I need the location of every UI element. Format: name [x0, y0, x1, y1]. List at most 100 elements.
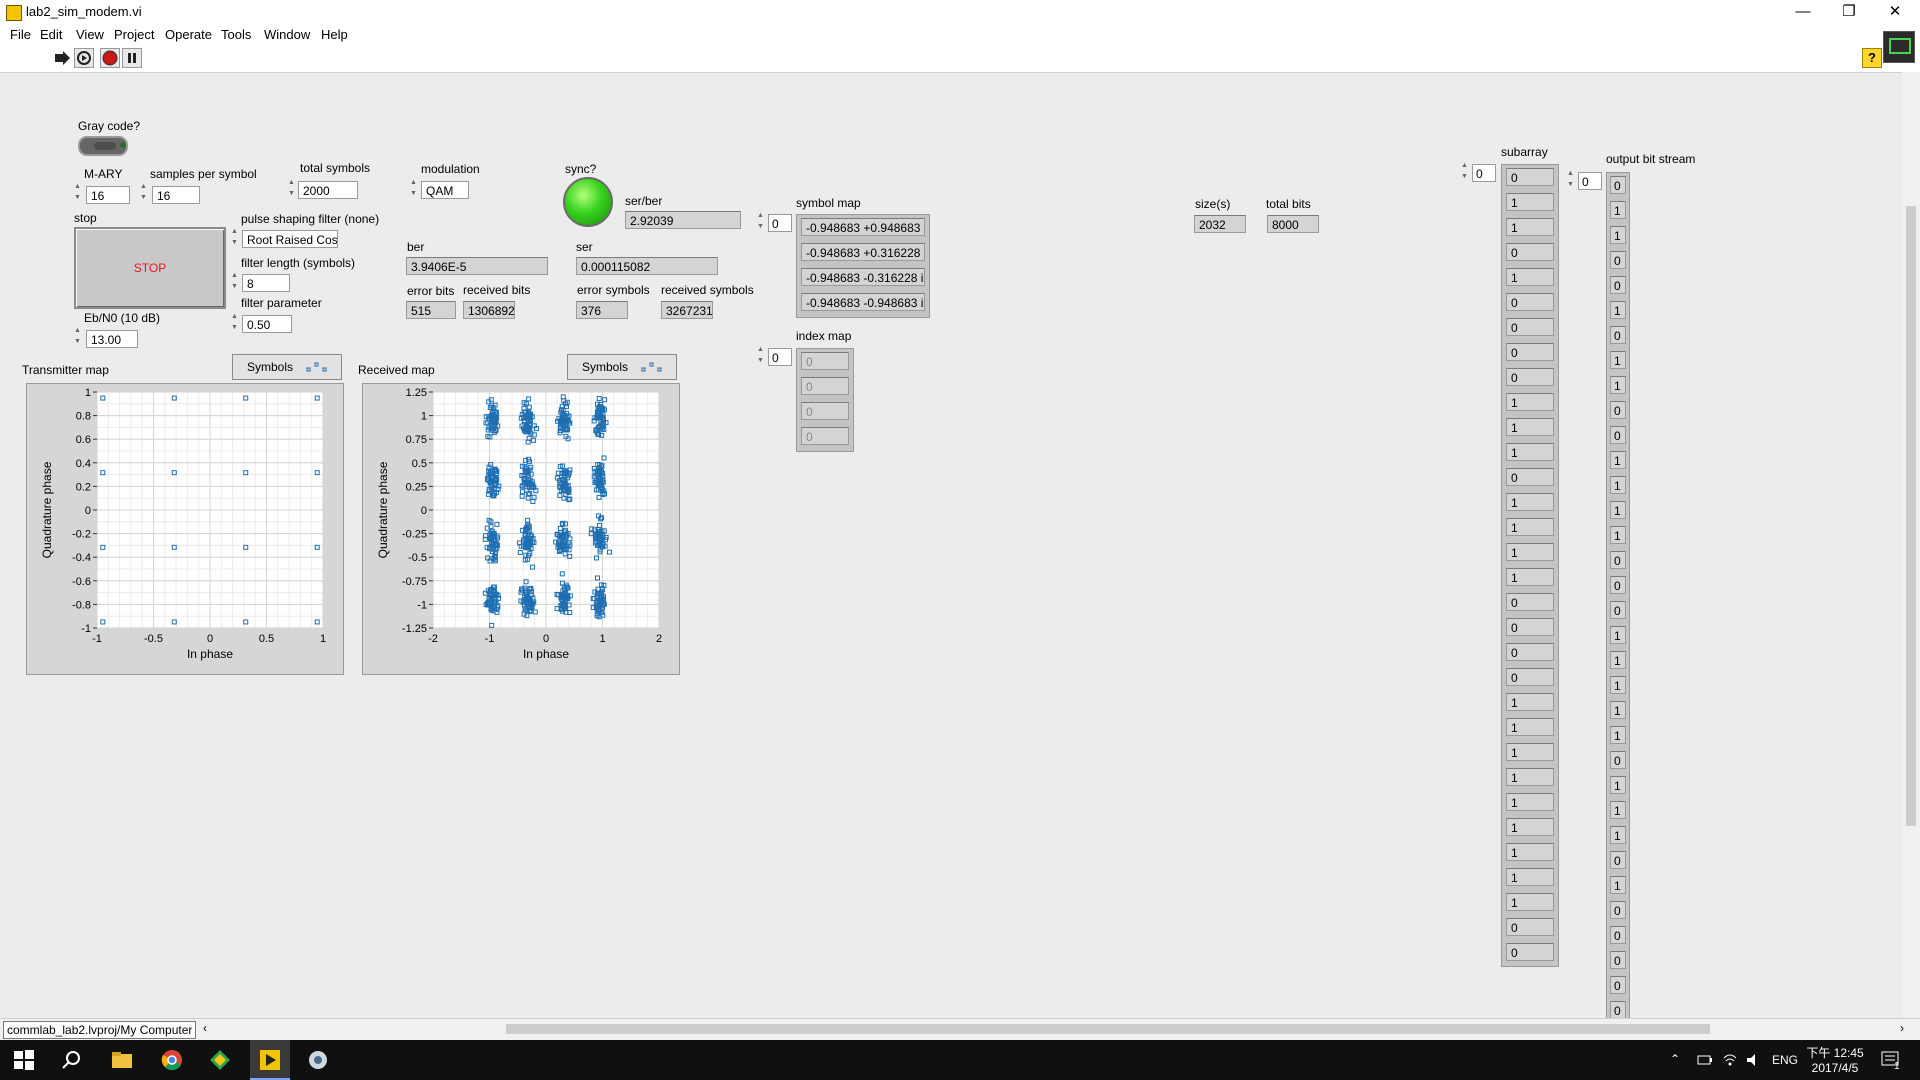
received-map-plot: -2 -1 0 1 2 1.25 1 0.75 0.5 0.25 0 -0.25 -0.5 -0.75 -1… — [376, 387, 662, 661]
output-bit-element: 1 — [1610, 526, 1626, 544]
output-bit-element: 1 — [1610, 676, 1626, 694]
samples-per-symbol-spinner[interactable] — [140, 183, 150, 205]
output-bit-stream-label: output bit stream — [1606, 152, 1696, 166]
menu-project[interactable]: Project — [114, 27, 154, 42]
menu-help[interactable]: Help — [321, 27, 348, 42]
output-bit-element: 1 — [1610, 801, 1626, 819]
tray-chevron-icon[interactable]: ⌃ — [1670, 1052, 1680, 1066]
symbol-map-index[interactable]: 0 — [768, 214, 792, 232]
mary-input[interactable]: 16 — [86, 186, 130, 204]
search-icon[interactable] — [60, 1048, 84, 1072]
y-tick-label: -0.8 — [72, 599, 91, 611]
run-continuously-icon[interactable] — [74, 48, 94, 68]
windows-start-icon[interactable] — [12, 1048, 36, 1072]
sync-label: sync? — [565, 162, 597, 176]
menu-view[interactable]: View — [76, 27, 104, 42]
filter-parameter-input[interactable]: 0.50 — [242, 315, 292, 333]
wifi-icon[interactable] — [1722, 1052, 1738, 1068]
pulse-filter-select[interactable]: Root Raised Cos — [242, 230, 338, 248]
index-map-index[interactable]: 0 — [768, 348, 792, 366]
abort-icon[interactable] — [100, 48, 120, 68]
received-plot-legend-button[interactable]: Symbols — [567, 354, 677, 380]
menu-window[interactable]: Window — [264, 27, 310, 42]
symbol-map-index-spinner[interactable] — [757, 212, 767, 234]
index-map-index-spinner[interactable] — [757, 346, 767, 368]
filter-length-input[interactable]: 8 — [242, 274, 290, 292]
ebn0-spinner[interactable] — [74, 327, 84, 349]
total-symbols-spinner[interactable] — [288, 179, 298, 201]
battery-icon[interactable] — [1697, 1053, 1713, 1067]
chrome-icon[interactable] — [160, 1048, 184, 1072]
close-button[interactable]: ✕ — [1872, 0, 1918, 24]
error-bits-label: error bits — [407, 284, 455, 298]
stop-button[interactable]: STOP — [74, 227, 226, 309]
vertical-scrollbar-thumb[interactable] — [1906, 206, 1916, 826]
modulation-select[interactable]: QAM — [421, 181, 469, 199]
subarray-index-spinner[interactable] — [1461, 162, 1471, 184]
ebn0-input[interactable]: 13.00 — [86, 330, 138, 348]
labview-taskbar-button[interactable] — [250, 1040, 290, 1080]
run-arrow-icon[interactable] — [52, 48, 72, 68]
menu-tools[interactable]: Tools — [221, 27, 251, 42]
output-bit-element: 1 — [1610, 201, 1626, 219]
menu-operate[interactable]: Operate — [165, 27, 212, 42]
subarray-element: 1 — [1506, 893, 1554, 911]
subarray-label: subarray — [1501, 145, 1548, 159]
sync-led — [563, 177, 613, 227]
pulse-filter-label: pulse shaping filter (none) — [241, 212, 380, 226]
file-explorer-icon[interactable] — [110, 1048, 134, 1072]
output-bit-element: 0 — [1610, 976, 1626, 994]
labview-project-icon[interactable] — [306, 1048, 330, 1072]
mary-spinner[interactable] — [74, 183, 84, 205]
output-bit-stream-index-spinner[interactable] — [1567, 170, 1577, 192]
diamond-app-icon[interactable] — [208, 1048, 232, 1072]
minimize-button[interactable]: — — [1780, 0, 1826, 24]
transmitter-plot-legend-button[interactable]: Symbols — [232, 354, 342, 380]
subarray-element: 1 — [1506, 493, 1554, 511]
language-indicator[interactable]: ENG — [1772, 1053, 1798, 1067]
output-bit-stream-index[interactable]: 0 — [1578, 172, 1602, 190]
restore-button[interactable]: ❐ — [1826, 0, 1872, 24]
output-bit-element: 1 — [1610, 626, 1626, 644]
y-tick-label: 1 — [85, 387, 91, 399]
horizontal-scrollbar-thumb[interactable] — [506, 1024, 1710, 1034]
filter-parameter-spinner[interactable] — [231, 313, 241, 335]
received-map-title: Received map — [358, 363, 435, 377]
output-bit-element: 0 — [1610, 851, 1626, 869]
scroll-left-icon[interactable]: ‹ — [203, 1021, 207, 1035]
modulation-spinner[interactable] — [410, 179, 420, 201]
subarray-element: 0 — [1506, 293, 1554, 311]
y-tick-label: 0 — [85, 505, 91, 517]
menu-edit[interactable]: Edit — [40, 27, 62, 42]
ser-value: 0.000115082 — [576, 257, 718, 275]
gray-code-toggle[interactable] — [78, 136, 128, 156]
x-tick-label: 0 — [207, 633, 213, 645]
output-bit-element: 0 — [1610, 251, 1626, 269]
subarray-element: 0 — [1506, 918, 1554, 936]
mary-label: M-ARY — [84, 167, 123, 181]
context-help-button[interactable]: ? — [1862, 48, 1882, 68]
output-bit-element: 1 — [1610, 501, 1626, 519]
symbol-map-element: -0.948683 +0.316228 i — [801, 243, 925, 261]
samples-per-symbol-input[interactable]: 16 — [152, 186, 200, 204]
toggle-light — [120, 142, 126, 148]
clock-date[interactable]: 2017/4/5 — [1806, 1061, 1864, 1075]
output-bit-element: 0 — [1610, 426, 1626, 444]
menu-file[interactable]: File — [10, 27, 31, 42]
received-symbols-value: 3267231 — [661, 301, 713, 319]
project-path[interactable]: commlab_lab2.lvproj/My Computer — [3, 1021, 197, 1039]
subarray-element: 1 — [1506, 518, 1554, 536]
subarray-element: 1 — [1506, 443, 1554, 461]
pause-icon[interactable] — [122, 48, 142, 68]
volume-icon[interactable] — [1745, 1052, 1761, 1068]
output-bit-element: 0 — [1610, 951, 1626, 969]
ber-value: 3.9406E-5 — [406, 257, 548, 275]
filter-length-spinner[interactable] — [231, 272, 241, 294]
total-bits-label: total bits — [1266, 197, 1311, 211]
total-symbols-input[interactable]: 2000 — [298, 181, 358, 199]
clock-time[interactable]: 下午 12:45 — [1806, 1044, 1864, 1061]
size-s-value: 2032 — [1194, 215, 1246, 233]
subarray-index[interactable]: 0 — [1472, 164, 1496, 182]
pulse-filter-spinner[interactable] — [231, 228, 241, 250]
scroll-right-icon[interactable]: › — [1900, 1021, 1904, 1035]
